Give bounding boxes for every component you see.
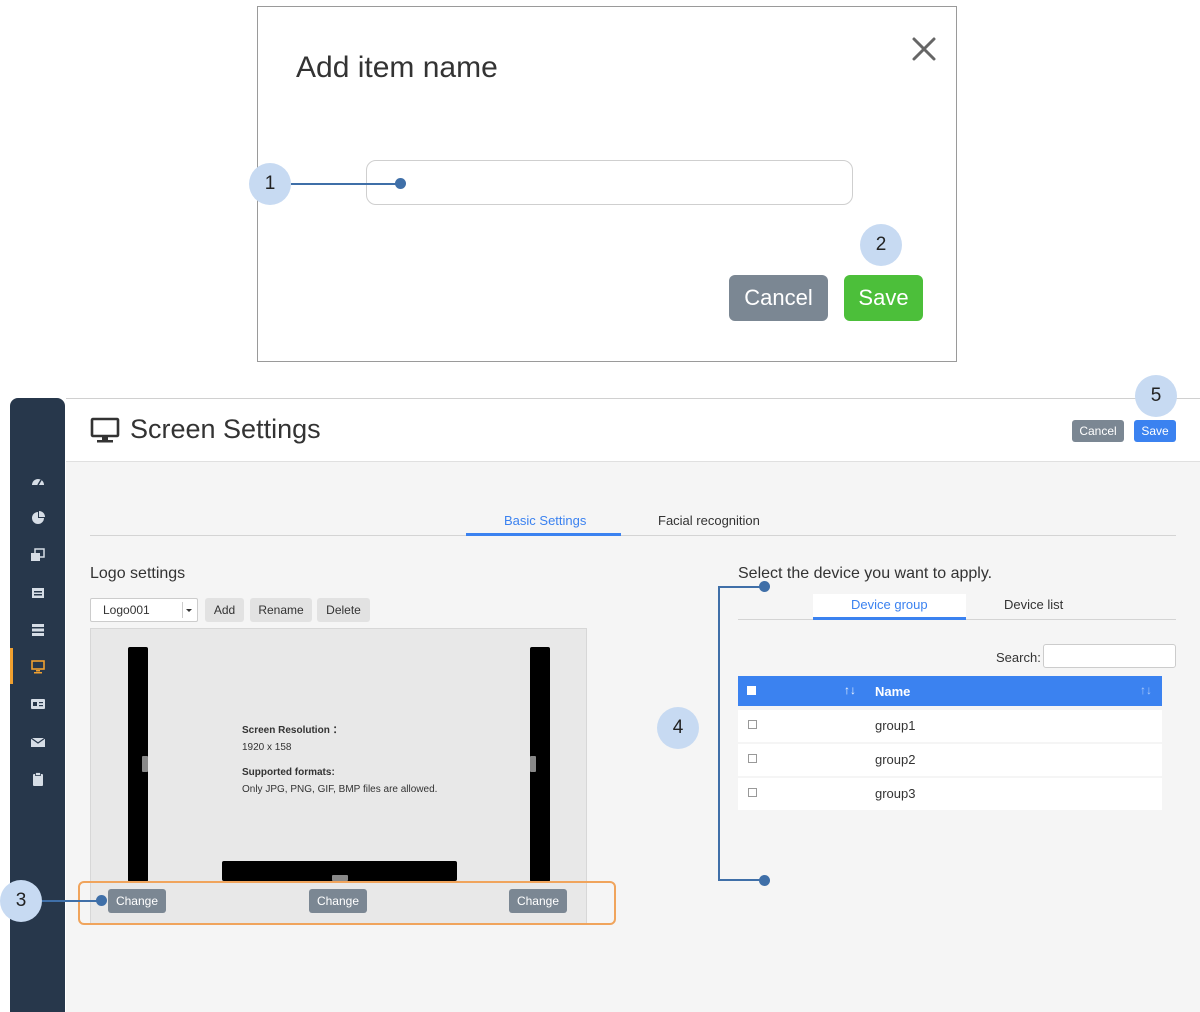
logo-preview: Screen Resolution ： 1920 x 158 Supported… (90, 628, 587, 924)
tab-active-underline (466, 533, 621, 536)
callout-3-dot (96, 895, 107, 906)
column-name[interactable]: Name (875, 684, 910, 699)
page-title: Screen Settings (130, 414, 321, 444)
envelope-icon[interactable] (30, 735, 46, 749)
device-tab-underline (813, 617, 966, 620)
callout-4-dot-top (759, 581, 770, 592)
delete-logo-button[interactable]: Delete (317, 598, 370, 622)
add-logo-button[interactable]: Add (205, 598, 244, 622)
clipboard-icon[interactable] (31, 772, 45, 786)
table-row[interactable]: group2 (738, 744, 1162, 776)
monitor-icon[interactable] (31, 660, 45, 674)
change-buttons-highlight (78, 881, 616, 925)
callout-4-dot-bottom (759, 875, 770, 886)
device-table-header: ↑↓ Name ↑↓ (738, 676, 1162, 706)
sidebar-active-indicator (10, 648, 13, 684)
dashboard-icon[interactable] (31, 474, 45, 488)
logo-select-value: Logo001 (103, 603, 150, 617)
resolution-value: 1920 x 158 (242, 742, 292, 753)
formats-label: Supported formats: (242, 767, 335, 778)
row-name: group2 (875, 752, 916, 767)
callout-4-bracket-top (718, 586, 764, 588)
select-all-checkbox[interactable] (747, 686, 756, 695)
dialog-title: Add item name (296, 51, 498, 84)
row-name: group3 (875, 786, 916, 801)
resolution-label: Screen Resolution ： (242, 725, 343, 736)
callout-4-bracket (718, 586, 720, 881)
tab-device-group[interactable]: Device group (851, 597, 928, 612)
tab-basic-settings[interactable]: Basic Settings (504, 513, 586, 528)
table-row[interactable]: group1 (738, 710, 1162, 742)
name-sort-icon[interactable]: ↑↓ (1140, 683, 1152, 697)
header-save-button[interactable]: Save (1134, 420, 1176, 442)
media-icon[interactable] (31, 548, 45, 562)
callout-3-line (42, 900, 100, 902)
tabs-divider (90, 535, 1176, 536)
callout-4: 4 (657, 707, 699, 749)
callout-4-bracket-bottom (718, 879, 764, 881)
callout-5: 5 (1135, 375, 1177, 417)
row-checkbox[interactable] (748, 788, 757, 797)
left-logo-handle[interactable] (142, 756, 148, 772)
row-checkbox[interactable] (748, 720, 757, 729)
dialog-save-button[interactable]: Save (844, 275, 923, 321)
sort-icon[interactable]: ↑↓ (844, 683, 856, 697)
list-icon[interactable] (31, 586, 45, 600)
row-name: group1 (875, 718, 916, 733)
item-name-input[interactable] (366, 160, 853, 205)
row-checkbox[interactable] (748, 754, 757, 763)
callout-1-dot (395, 178, 406, 189)
header-cancel-button[interactable]: Cancel (1072, 420, 1124, 442)
id-card-icon[interactable] (31, 697, 45, 711)
tab-facial-recognition[interactable]: Facial recognition (658, 513, 760, 528)
callout-1-line (291, 183, 401, 185)
dialog-cancel-button[interactable]: Cancel (729, 275, 828, 321)
formats-value: Only JPG, PNG, GIF, BMP files are allowe… (242, 784, 438, 795)
app-top-border (66, 398, 1200, 399)
search-label: Search: (996, 650, 1041, 665)
tab-device-list[interactable]: Device list (1004, 597, 1063, 612)
callout-3: 3 (0, 880, 42, 922)
right-logo-handle[interactable] (530, 756, 536, 772)
logo-select[interactable]: Logo001 (90, 598, 198, 622)
search-input[interactable] (1043, 644, 1176, 668)
rename-logo-button[interactable]: Rename (250, 598, 312, 622)
close-icon[interactable] (908, 33, 940, 65)
device-section-title: Select the device you want to apply. (738, 565, 993, 582)
monitor-icon (90, 417, 122, 445)
callout-1: 1 (249, 163, 291, 205)
table-row[interactable]: group3 (738, 778, 1162, 810)
chevron-down-icon (182, 602, 195, 618)
stack-icon[interactable] (31, 623, 45, 637)
logo-settings-title: Logo settings (90, 565, 186, 582)
callout-2: 2 (860, 224, 902, 266)
pie-chart-icon[interactable] (31, 511, 45, 525)
